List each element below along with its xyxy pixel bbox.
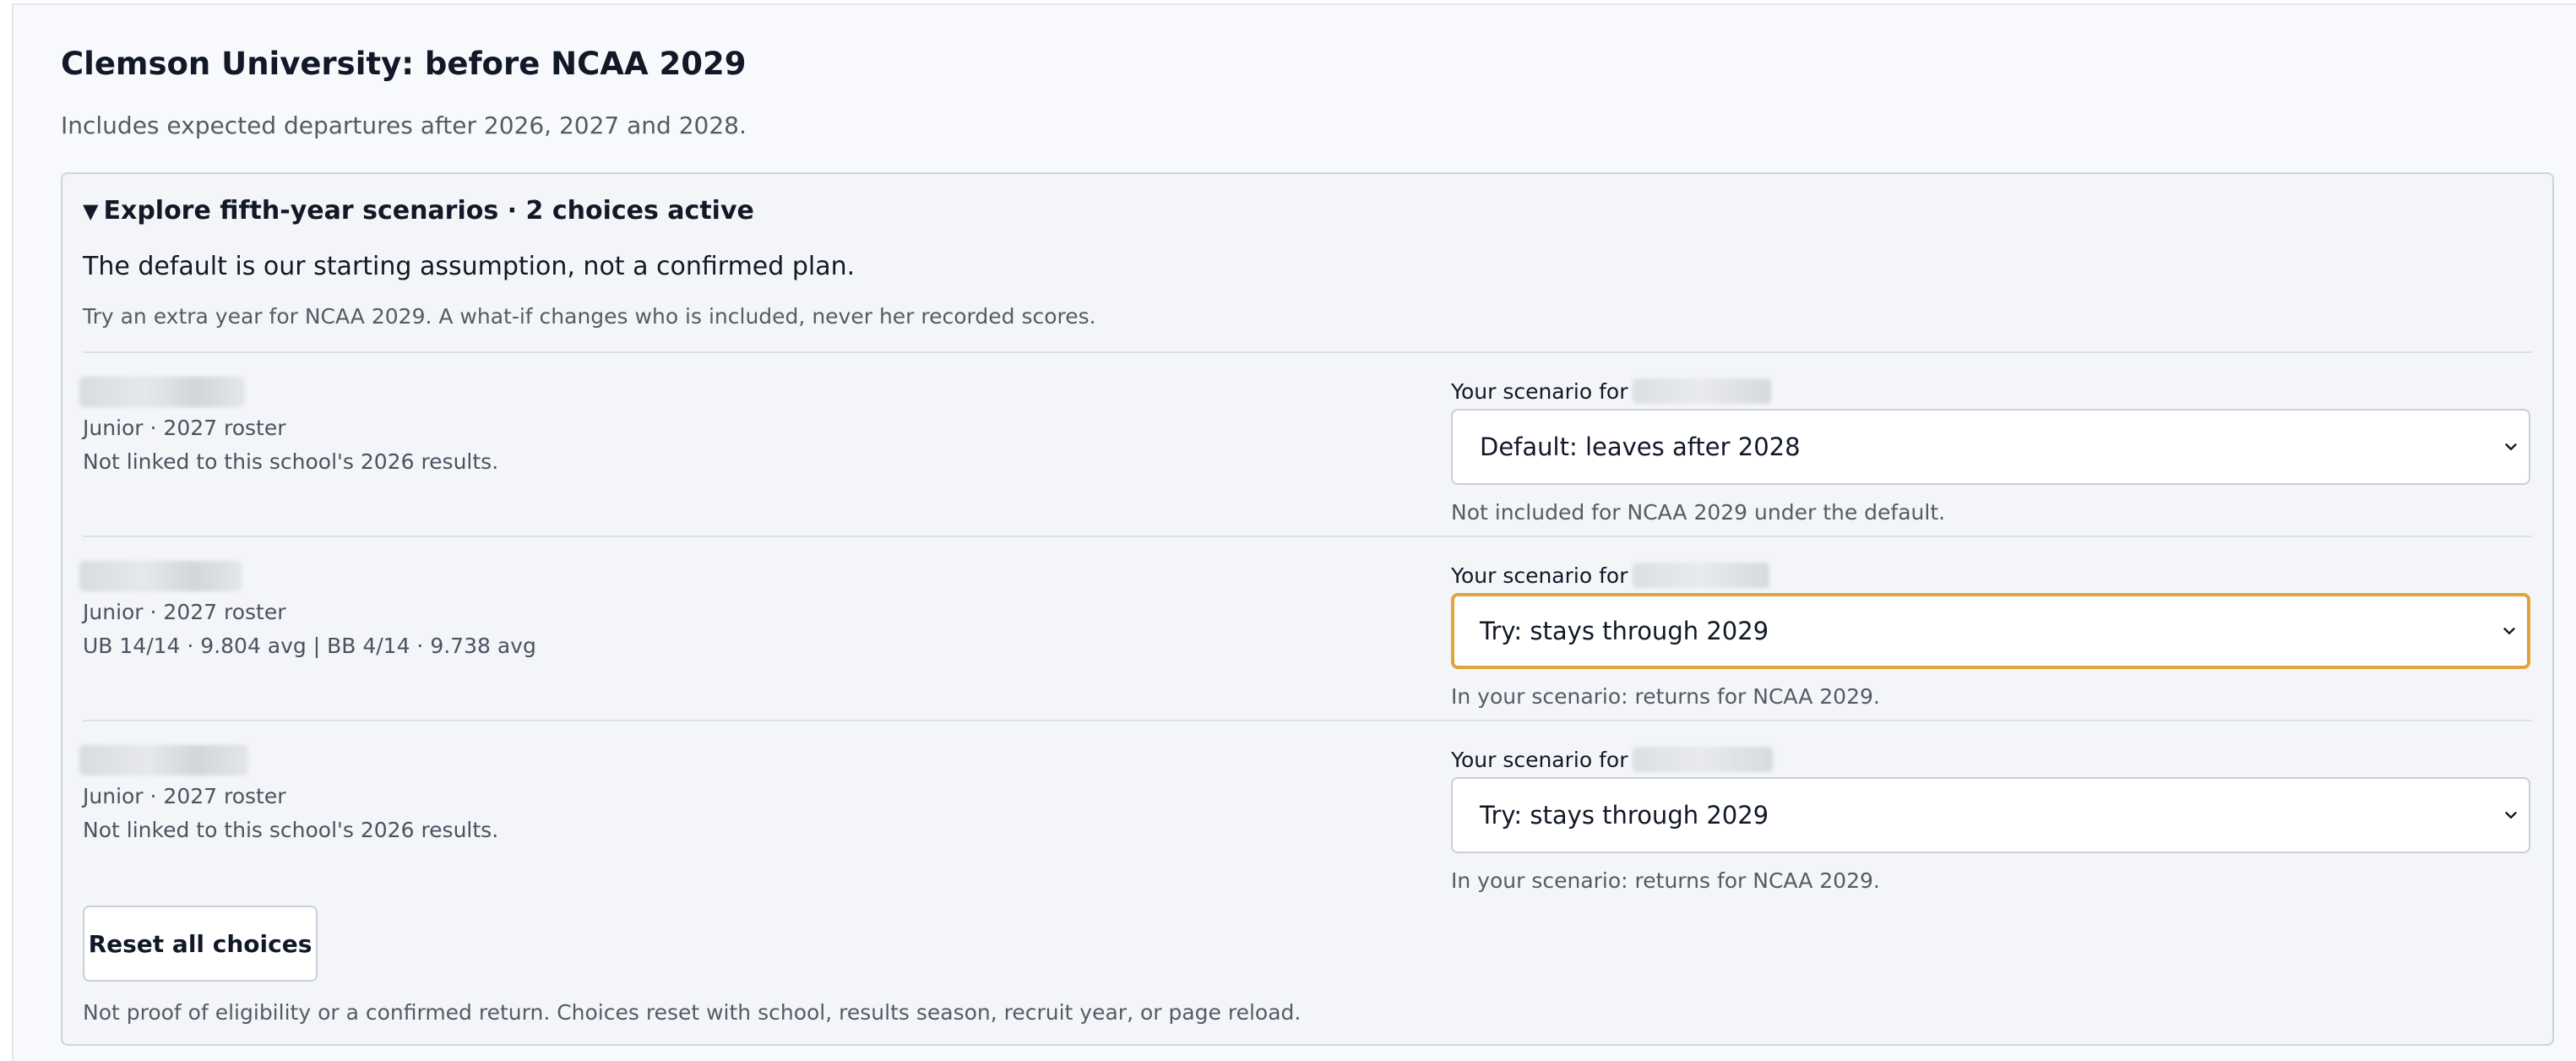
athlete-row: Junior · 2027 roster Not linked to this … <box>79 377 2532 554</box>
results-panel: Clemson University: before NCAA 2029 Inc… <box>12 3 2576 1061</box>
scenario-select-value: Try: stays through 2029 <box>1480 801 1769 830</box>
chevron-down-icon <box>2505 443 2517 450</box>
scenario-select-value: Default: leaves after 2028 <box>1480 433 1801 461</box>
athlete-results-line: Not linked to this school's 2026 results… <box>83 449 499 474</box>
fifth-year-scenarios-details: ▼ Explore fifth-year scenarios · 2 choic… <box>61 172 2554 1046</box>
scenarios-hint: Try an extra year for NCAA 2029. A what-… <box>83 304 1096 329</box>
scenarios-summary-label: Explore fifth-year scenarios · 2 choices… <box>103 196 754 226</box>
page-subtitle: Includes expected departures after 2026,… <box>61 112 747 139</box>
scenarios-disclaimer: Not proof of eligibility or a confirmed … <box>83 1000 1302 1025</box>
page-title: Clemson University: before NCAA 2029 <box>61 46 747 82</box>
scenario-select[interactable]: Try: stays through 2029 <box>1451 777 2530 853</box>
redacted-athlete-name <box>79 745 248 775</box>
redacted-athlete-name <box>1633 747 1774 772</box>
redacted-athlete-name <box>1633 563 1770 588</box>
scenarios-lead: The default is our starting assumption, … <box>83 252 856 281</box>
divider <box>83 536 2532 537</box>
triangle-down-icon: ▼ <box>83 199 99 223</box>
scenario-note: Not included for NCAA 2029 under the def… <box>1451 500 1946 525</box>
scenarios-summary-toggle[interactable]: ▼ Explore fifth-year scenarios · 2 choic… <box>83 196 754 226</box>
scenario-label: Your scenario for <box>1451 378 1772 404</box>
reset-all-choices-button[interactable]: Reset all choices <box>83 906 318 982</box>
redacted-athlete-name <box>79 377 245 407</box>
scenario-note: In your scenario: returns for NCAA 2029. <box>1451 868 1880 893</box>
athlete-row: Junior · 2027 roster UB 14/14 · 9.804 av… <box>79 561 2532 738</box>
scenario-label: Your scenario for <box>1451 563 1770 588</box>
scenario-label: Your scenario for <box>1451 747 1774 772</box>
scenario-note: In your scenario: returns for NCAA 2029. <box>1451 684 1880 709</box>
divider <box>83 351 2532 353</box>
redacted-athlete-name <box>1633 378 1772 404</box>
athlete-class-line: Junior · 2027 roster <box>83 416 286 440</box>
chevron-down-icon <box>2503 628 2515 634</box>
divider <box>83 720 2532 721</box>
chevron-down-icon <box>2505 812 2517 819</box>
athlete-class-line: Junior · 2027 roster <box>83 784 286 808</box>
athlete-results-line: UB 14/14 · 9.804 avg | BB 4/14 · 9.738 a… <box>83 634 536 658</box>
scenario-select-value: Try: stays through 2029 <box>1480 617 1769 645</box>
redacted-athlete-name <box>79 561 242 591</box>
athlete-results-line: Not linked to this school's 2026 results… <box>83 818 499 842</box>
scenario-select[interactable]: Default: leaves after 2028 <box>1451 409 2530 485</box>
athlete-row: Junior · 2027 roster Not linked to this … <box>79 745 2532 922</box>
scenario-select[interactable]: Try: stays through 2029 <box>1451 593 2530 669</box>
athlete-class-line: Junior · 2027 roster <box>83 600 286 624</box>
